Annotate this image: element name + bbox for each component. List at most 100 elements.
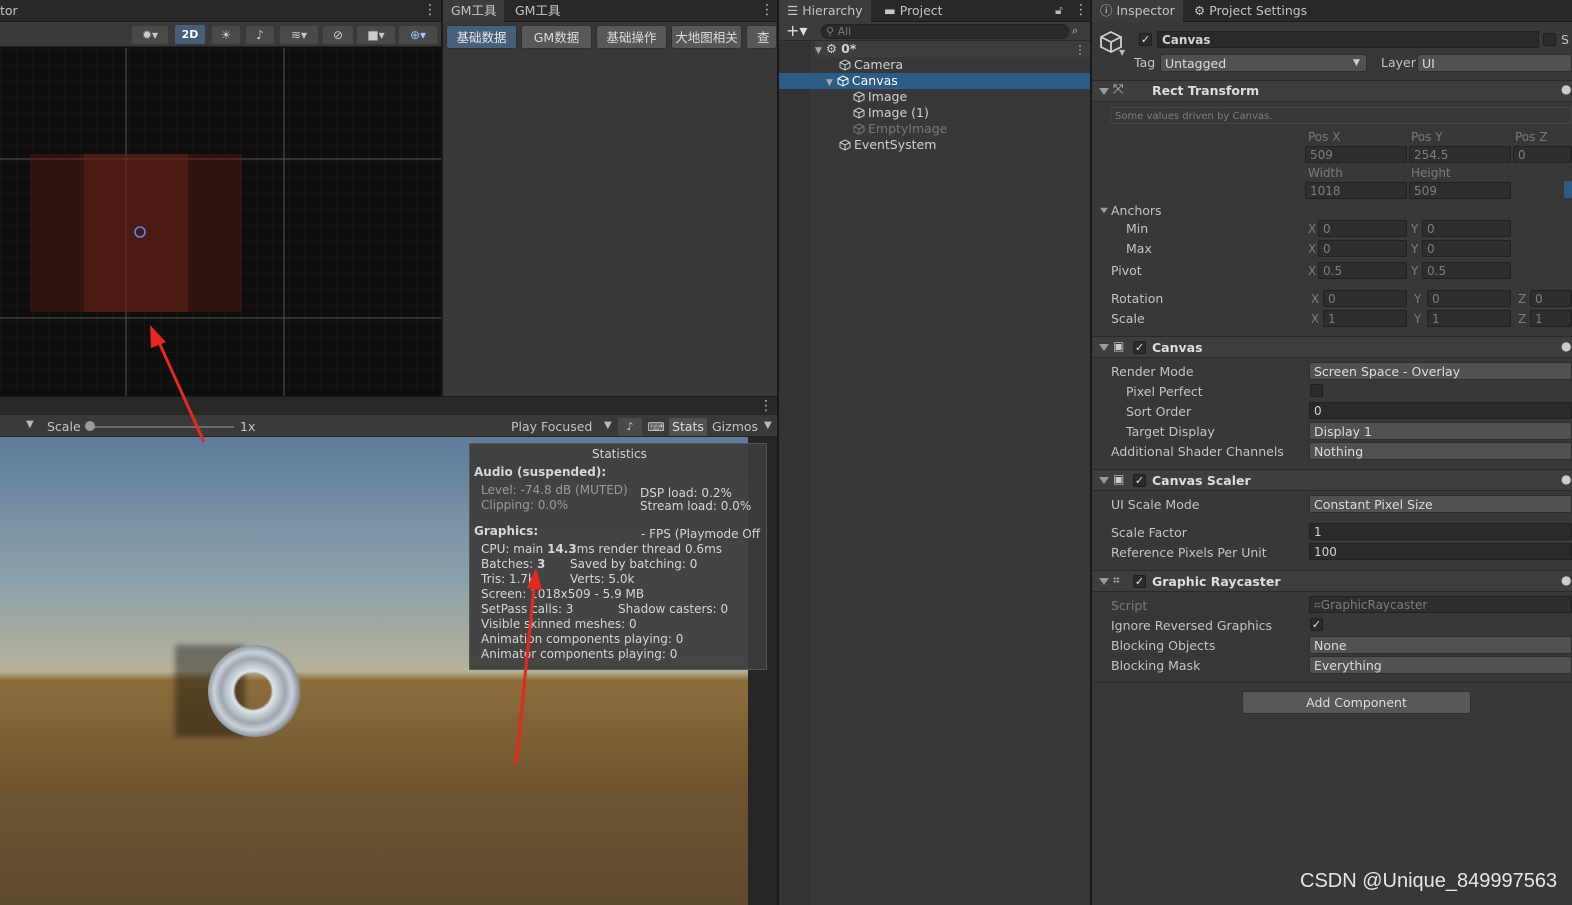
- tab-hierarchy[interactable]: ☰ Hierarchy: [779, 0, 871, 22]
- components-divider: [1093, 682, 1572, 683]
- watermark: CSDN @Unique_849997563: [1300, 870, 1558, 892]
- tag-label: Tag: [1134, 55, 1156, 70]
- project-settings-tab-label: Project Settings: [1209, 3, 1308, 18]
- width-field[interactable]: 1018: [1305, 182, 1407, 199]
- hierarchy-tab-label: Hierarchy: [802, 3, 863, 18]
- anchor-min-y-field[interactable]: 0: [1422, 220, 1511, 237]
- pivot-x-field[interactable]: 0.5: [1318, 262, 1407, 279]
- scale-y-axis: Y: [1414, 312, 1422, 326]
- eventsystem-label: EventSystem: [854, 137, 937, 152]
- search-options-icon[interactable]: ⌕: [1072, 24, 1078, 38]
- hierarchy-item-image-1[interactable]: Image (1): [853, 105, 929, 121]
- object-name-field[interactable]: Canvas: [1157, 31, 1539, 48]
- rot-x-axis: X: [1311, 292, 1320, 306]
- height-field[interactable]: 509: [1409, 182, 1511, 199]
- help-icon[interactable]: ●: [1561, 472, 1571, 486]
- hierarchy-item-eventsystem[interactable]: EventSystem: [839, 137, 936, 153]
- hierarchy-gutter: [779, 42, 811, 905]
- foldout-arrow-icon[interactable]: [1099, 88, 1109, 95]
- driven-note: Some values driven by Canvas.: [1110, 107, 1572, 124]
- static-checkbox[interactable]: [1543, 33, 1556, 46]
- blueprint-mode-icon[interactable]: [1564, 181, 1572, 198]
- scene-menu-dots-icon[interactable]: ⋮: [1074, 43, 1086, 57]
- help-icon[interactable]: ●: [1561, 339, 1571, 353]
- rot-z-axis: Z: [1518, 292, 1527, 306]
- hierarchy-menu-icon[interactable]: ⋮: [1074, 3, 1088, 17]
- scale-factor-field[interactable]: 1: [1309, 523, 1572, 540]
- script-field: ⌗GraphicRaycaster: [1309, 596, 1572, 613]
- canvas-enabled-checkbox[interactable]: ✓: [1133, 341, 1146, 354]
- scale-x-axis: X: [1311, 312, 1320, 326]
- expand-arrow-icon[interactable]: ▼: [826, 78, 833, 88]
- hierarchy-item-emptyimage[interactable]: EmptyImage: [853, 121, 947, 137]
- image-1-label: Image (1): [868, 105, 929, 120]
- canvas-label: Canvas: [851, 73, 898, 88]
- anchor-min-x-field[interactable]: 0: [1318, 220, 1407, 237]
- scale-z-field[interactable]: 1: [1530, 310, 1572, 327]
- foldout-arrow-icon[interactable]: [1099, 578, 1109, 585]
- unity-scene-icon: ⚙: [825, 41, 838, 56]
- rotation-z-field[interactable]: 0: [1530, 290, 1572, 307]
- raycaster-enabled-checkbox[interactable]: ✓: [1133, 575, 1146, 588]
- scene-name: 0*: [841, 41, 857, 56]
- rotation-label: Rotation: [1111, 291, 1164, 306]
- static-label: S: [1561, 32, 1569, 47]
- pixel-perfect-checkbox[interactable]: [1310, 384, 1323, 397]
- foldout-arrow-icon[interactable]: [1099, 344, 1109, 351]
- hierarchy-tabbar: ☰ Hierarchy ▬ Project 🔓︎ ⋮: [779, 0, 1090, 22]
- shader-channels-dropdown[interactable]: Nothing: [1309, 442, 1572, 460]
- anchors-label: Anchors: [1111, 203, 1162, 218]
- tab-inspector[interactable]: ⓘ Inspector: [1092, 0, 1183, 22]
- tag-dropdown-arrow-icon[interactable]: ▼: [1353, 58, 1360, 68]
- width-label: Width: [1308, 166, 1343, 180]
- hierarchy-item-canvas[interactable]: ▼ Canvas: [826, 73, 898, 89]
- ui-scale-mode-dropdown[interactable]: Constant Pixel Size: [1309, 495, 1572, 513]
- canvas-scaler-enabled-checkbox[interactable]: ✓: [1133, 474, 1146, 487]
- foldout-arrow-icon[interactable]: [1099, 477, 1109, 484]
- tab-project-settings[interactable]: ⚙ Project Settings: [1186, 0, 1315, 22]
- help-icon[interactable]: ●: [1561, 573, 1571, 587]
- tag-dropdown[interactable]: Untagged: [1160, 54, 1367, 72]
- ref-ppu-field[interactable]: 100: [1309, 543, 1572, 560]
- tab-project[interactable]: ▬ Project: [876, 0, 951, 22]
- rotation-y-field[interactable]: 0: [1427, 290, 1511, 307]
- hierarchy-panel: ☰ Hierarchy ▬ Project 🔓︎ ⋮ +▾ ⚲ All ⌕ ▼ …: [779, 0, 1090, 905]
- pivot-y-field[interactable]: 0.5: [1422, 262, 1511, 279]
- help-icon[interactable]: ●: [1561, 82, 1571, 96]
- gameobject-icon: [839, 59, 851, 71]
- render-mode-dropdown[interactable]: Screen Space - Overlay: [1309, 362, 1572, 380]
- arrow-head-scene: [150, 325, 166, 348]
- pos-z-field[interactable]: 0: [1513, 146, 1572, 163]
- inspector-tabbar: ⓘ Inspector ⚙ Project Settings: [1092, 0, 1572, 22]
- arrow-to-scene: [156, 339, 206, 443]
- pos-x-field[interactable]: 509: [1305, 146, 1407, 163]
- rotation-x-field[interactable]: 0: [1323, 290, 1407, 307]
- active-checkbox[interactable]: ✓: [1139, 33, 1152, 46]
- scale-y-field[interactable]: 1: [1427, 310, 1511, 327]
- expand-arrow-icon[interactable]: ▼: [815, 46, 822, 56]
- blocking-objects-dropdown[interactable]: None: [1309, 636, 1572, 654]
- canvas-component-title: Canvas: [1152, 340, 1203, 355]
- image-label: Image: [868, 89, 908, 104]
- anchor-max-y-field[interactable]: 0: [1422, 240, 1511, 257]
- sort-order-field[interactable]: 0: [1309, 402, 1572, 419]
- ignore-reversed-checkbox[interactable]: ✓: [1310, 618, 1323, 631]
- layer-dropdown[interactable]: UI: [1417, 54, 1572, 72]
- create-plus-icon[interactable]: +▾: [786, 21, 807, 40]
- anchors-foldout-icon[interactable]: [1100, 207, 1108, 214]
- pos-y-field[interactable]: 254.5: [1409, 146, 1511, 163]
- hierarchy-search-input[interactable]: ⚲ All: [821, 24, 1069, 39]
- scale-x-field[interactable]: 1: [1323, 310, 1407, 327]
- hierarchy-item-camera[interactable]: Camera: [839, 57, 903, 73]
- add-component-button[interactable]: Add Component: [1242, 691, 1471, 714]
- target-display-dropdown[interactable]: Display 1: [1309, 422, 1572, 440]
- hierarchy-item-image[interactable]: Image: [853, 89, 907, 105]
- lock-icon[interactable]: 🔓︎: [1055, 3, 1063, 18]
- blocking-mask-dropdown[interactable]: Everything: [1309, 656, 1572, 674]
- gameobject-icon: [837, 75, 849, 87]
- icon-dropdown-arrow-icon[interactable]: ▼: [1119, 48, 1125, 57]
- scene-root[interactable]: ▼ ⚙ 0*: [815, 41, 1090, 57]
- pixel-perfect-label: Pixel Perfect: [1126, 384, 1203, 399]
- gameobject-icon: [853, 91, 865, 103]
- anchor-max-x-field[interactable]: 0: [1318, 240, 1407, 257]
